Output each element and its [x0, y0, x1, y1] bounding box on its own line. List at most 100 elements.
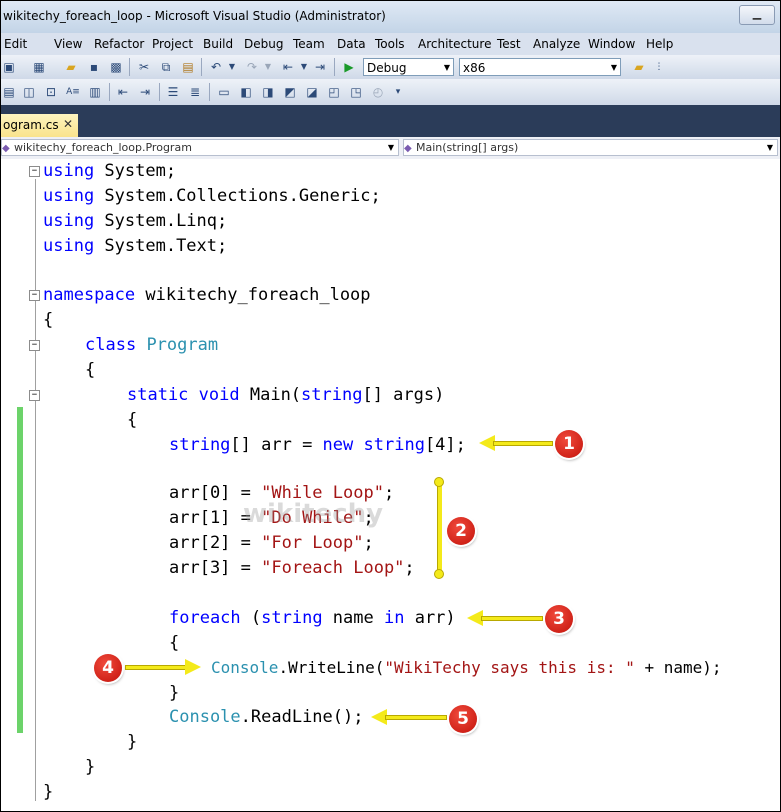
next-bookmark-in-folder-icon[interactable]: ◪ [304, 84, 320, 100]
keyword-token: using [43, 211, 95, 231]
tab-program-cs[interactable]: ogram.cs ✕ [1, 114, 78, 137]
save-icon[interactable]: ▪ [86, 59, 102, 75]
standard-toolbar: ▣ ▦ ▰ ▪ ▩ ✂ ⧉ ▤ ↶ ▼ ↷ ▼ ⇤ ▼ ⇥ ▶ Debug ▼ … [1, 55, 780, 79]
menu-project[interactable]: Project [152, 37, 193, 51]
code-token: ( [240, 608, 262, 628]
decrease-indent-icon[interactable]: ⇤ [115, 84, 131, 100]
code-token: wikitechy_foreach_loop [135, 285, 371, 305]
solution-configuration-select[interactable]: Debug ▼ [363, 58, 454, 76]
toolbar-divider [159, 83, 160, 101]
code-token: arr) [404, 608, 456, 628]
type-token: Console [169, 707, 241, 727]
copy-icon[interactable]: ⧉ [158, 59, 174, 75]
collapse-icon[interactable]: − [29, 166, 40, 177]
complete-word-icon[interactable]: A≡ [65, 84, 81, 100]
menu-help[interactable]: Help [646, 37, 673, 51]
annotation-bracket-end [434, 569, 444, 579]
cut-icon[interactable]: ✂ [136, 59, 152, 75]
quick-info-icon[interactable]: ⊡ [43, 84, 59, 100]
undo-dropdown-icon[interactable]: ▼ [224, 59, 240, 75]
display-word-completion-icon[interactable]: ▥ [87, 84, 103, 100]
code-line: Console.WriteLine("WikiTechy says this i… [211, 658, 722, 678]
menu-tools[interactable]: Tools [375, 37, 405, 51]
minimize-button[interactable]: ▁ [739, 5, 775, 25]
collapse-icon[interactable]: − [29, 340, 40, 351]
solution-platform-value: x86 [463, 61, 486, 75]
undo-icon[interactable]: ↶ [208, 59, 224, 75]
code-token: .WriteLine( [278, 658, 385, 677]
members-dropdown[interactable]: ◆ Main(string[] args) ▼ [403, 139, 778, 156]
redo-icon[interactable]: ↷ [244, 59, 260, 75]
code-token: + name); [634, 658, 722, 677]
code-editor[interactable]: − − − − using System; using System.Colle… [1, 159, 780, 811]
add-project-icon[interactable]: ▣ [1, 59, 17, 75]
solution-platform-select[interactable]: x86 ▼ [459, 58, 621, 76]
keyword-token: void [198, 385, 240, 405]
code-line: } [169, 683, 180, 703]
outlining-guide [35, 179, 36, 801]
collapse-icon[interactable]: − [29, 290, 40, 301]
menu-data[interactable]: Data [337, 37, 366, 51]
code-token: arr[2] = [169, 533, 262, 553]
keyword-token: using [43, 236, 95, 256]
save-all-icon[interactable]: ▩ [108, 59, 124, 75]
menu-window[interactable]: Window [588, 37, 635, 51]
keyword-token: class [85, 335, 137, 355]
class-icon: ◆ [2, 143, 10, 154]
menu-test[interactable]: Test [497, 37, 521, 51]
close-icon[interactable]: ✕ [63, 117, 73, 131]
window-title: wikitechy_foreach_loop - Microsoft Visua… [3, 9, 386, 23]
menu-team[interactable]: Team [293, 37, 325, 51]
redo-dropdown-icon[interactable]: ▼ [260, 59, 276, 75]
keyword-token: using [43, 186, 95, 206]
navigate-forward-icon[interactable]: ⇥ [312, 59, 328, 75]
menu-debug[interactable]: Debug [244, 37, 283, 51]
code-line: namespace wikitechy_foreach_loop [43, 285, 371, 305]
uncomment-icon[interactable]: ≣ [187, 84, 203, 100]
annotation-badge-1: 1 [555, 430, 583, 458]
previous-bookmark-in-document-icon[interactable]: ◰ [326, 84, 342, 100]
start-debugging-icon[interactable]: ▶ [341, 59, 357, 75]
toolbar-divider [201, 58, 202, 76]
parameter-info-icon[interactable]: ◫ [21, 84, 37, 100]
previous-bookmark-icon[interactable]: ◧ [238, 84, 254, 100]
previous-bookmark-in-folder-icon[interactable]: ◩ [282, 84, 298, 100]
menu-analyze[interactable]: Analyze [533, 37, 580, 51]
menu-architecture[interactable]: Architecture [418, 37, 491, 51]
increase-indent-icon[interactable]: ⇥ [137, 84, 153, 100]
types-dropdown[interactable]: ◆ wikitechy_foreach_loop.Program ▼ [1, 139, 399, 156]
comment-out-icon[interactable]: ☰ [165, 84, 181, 100]
keyword-token: using [43, 161, 95, 181]
add-item-icon[interactable]: ▦ [31, 59, 47, 75]
chevron-down-icon: ▼ [387, 143, 394, 152]
member-list-icon[interactable]: ▤ [1, 84, 17, 100]
keyword-token: string [301, 385, 363, 405]
navigate-backward-icon[interactable]: ⇤ [280, 59, 296, 75]
document-tab-strip: ogram.cs ✕ [1, 105, 780, 137]
toolbar-options-icon[interactable]: ⋮ [651, 59, 667, 75]
menu-refactor[interactable]: Refactor [94, 37, 144, 51]
annotation-arrow-shaft [385, 715, 447, 720]
keyword-token: in [383, 608, 405, 628]
keyword-token: string [261, 608, 323, 628]
find-in-files-icon[interactable]: ▰ [631, 59, 647, 75]
keyword-token: foreach [169, 608, 241, 628]
next-bookmark-icon[interactable]: ◨ [260, 84, 276, 100]
menu-view[interactable]: View [54, 37, 82, 51]
next-bookmark-in-document-icon[interactable]: ◳ [348, 84, 364, 100]
toolbar-options-icon[interactable]: ▾ [390, 84, 406, 100]
navigate-dropdown-icon[interactable]: ▼ [296, 59, 312, 75]
code-line: using System.Linq; [43, 211, 227, 231]
code-line: using System.Collections.Generic; [43, 186, 381, 206]
menu-build[interactable]: Build [203, 37, 233, 51]
wikitechy-watermark: wikitechy [243, 499, 384, 529]
paste-icon[interactable]: ▤ [180, 59, 196, 75]
clear-bookmarks-icon[interactable]: ◴ [370, 84, 386, 100]
annotation-arrow-shaft [125, 665, 187, 670]
chevron-down-icon: ▼ [443, 63, 450, 72]
tab-label: ogram.cs [3, 118, 59, 132]
open-folder-icon[interactable]: ▰ [63, 59, 79, 75]
collapse-icon[interactable]: − [29, 390, 40, 401]
toggle-bookmark-icon[interactable]: ▭ [216, 84, 232, 100]
menu-edit[interactable]: Edit [4, 37, 27, 51]
